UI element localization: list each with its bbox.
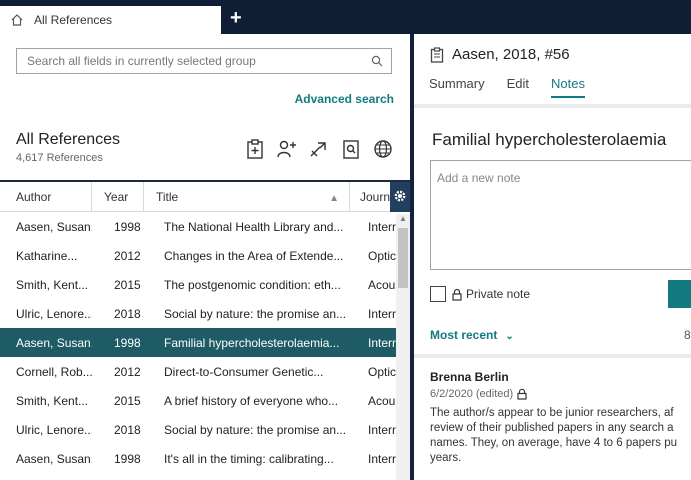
lock-icon [452,288,462,301]
column-title[interactable]: Title ▲ [144,182,350,211]
library-toolbar [244,138,394,160]
search-icon [371,55,383,67]
detail-header: Aasen, 2018, #56 [430,46,570,63]
cell-journal: Acou [368,393,396,408]
note-count: 8 [684,328,691,342]
cell-author: Aasen, Susan... [16,335,92,350]
tab-summary[interactable]: Summary [429,76,485,98]
cell-year: 1998 [114,219,141,234]
cell-journal: Interr [368,422,396,437]
new-tab-button[interactable]: + [230,8,242,28]
new-note-input[interactable]: Add a new note [430,160,691,270]
cell-title: Social by nature: the promise an... [164,306,347,321]
note-author: Brenna Berlin [430,370,509,384]
table-row[interactable]: Smith, Kent... 2015 A brief history of eve… [0,386,396,415]
table-row[interactable]: Ulric, Lenore... 2018 Social by nature: th… [0,415,396,444]
reference-title: Familial hypercholesterolaemia [432,130,667,149]
tab-notes[interactable]: Notes [551,76,585,98]
library-title: All References [16,131,121,148]
cell-title: The postgenomic condition: eth... [164,277,341,292]
cell-year: 1998 [114,451,141,466]
cell-author: Smith, Kent... [16,393,89,408]
cell-journal: Interr [368,306,396,321]
table-row[interactable]: Cornell, Rob... 2012 Direct-to-Consumer Ge… [0,357,396,386]
cell-author: Ulric, Lenore... [16,422,92,437]
cell-year: 2015 [114,277,141,292]
add-person-icon[interactable] [276,138,298,160]
table-header: Author Year Title ▲ Journ [0,180,410,212]
tab-all-references[interactable]: All References [0,6,221,34]
cell-title: Familial hypercholesterolaemia... [164,335,340,350]
cell-author: Aasen, Susan... [16,451,92,466]
tab-label: All References [34,13,113,27]
column-settings-button[interactable] [390,182,410,212]
column-author[interactable]: Author [0,182,92,211]
private-note-checkbox[interactable] [430,286,446,302]
table-row[interactable]: Ulric, Lenore... 2018 Social by nature: th… [0,299,396,328]
private-note-label: Private note [466,287,531,301]
reference-table: Aasen, Susan... 1998 The National Health L… [0,212,396,473]
cell-author: Katharine... [16,248,78,263]
cell-title: Changes in the Area of Extende... [164,248,344,263]
reference-detail-panel: Aasen, 2018, #56 Summary Edit Notes Fami… [414,34,691,480]
table-row[interactable]: Aasen, Susan... 1998 It's all in the timin… [0,444,396,473]
table-row[interactable]: Katharine... 2012 Changes in the Area of E… [0,241,396,270]
reference-count: 4,617 References [16,152,103,164]
detail-title: Aasen, 2018, #56 [452,46,570,63]
cell-title: It's all in the timing: calibrating... [164,451,334,466]
private-note-option: Private note [430,286,530,302]
cell-title: Direct-to-Consumer Genetic... [164,364,324,379]
cell-author: Cornell, Rob... [16,364,92,379]
cell-author: Smith, Kent... [16,277,89,292]
library-panel: Search all fields in currently selected … [0,34,410,480]
sort-dropdown[interactable]: Most recent ⌄ [430,328,514,342]
scrollbar-thumb[interactable] [398,228,408,288]
share-icon[interactable] [308,138,330,160]
tab-edit[interactable]: Edit [507,76,529,98]
cell-year: 2012 [114,248,141,263]
cell-year: 2018 [114,422,141,437]
search-placeholder: Search all fields in currently selected … [27,54,256,68]
cell-year: 1998 [114,335,141,350]
cell-journal: Acou [368,277,396,292]
save-note-button[interactable] [668,280,691,308]
cell-author: Aasen, Susan... [16,219,92,234]
home-icon [10,13,24,27]
globe-icon[interactable] [372,138,394,160]
search-input[interactable]: Search all fields in currently selected … [16,48,392,74]
lock-icon [517,388,527,400]
cell-year: 2012 [114,364,141,379]
note-date: 6/2/2020 (edited) [430,388,527,400]
detail-tabs: Summary Edit Notes [429,76,585,98]
scroll-up-icon[interactable]: ▲ [399,214,407,223]
cell-journal: Optic [368,364,396,379]
cell-year: 2015 [114,393,141,408]
divider [414,104,691,108]
clipboard-icon [430,46,444,63]
gear-icon [393,189,407,206]
advanced-search-link[interactable]: Advanced search [295,92,394,106]
chevron-down-icon: ⌄ [505,331,514,342]
table-row[interactable]: Aasen, Susan... 1998 The National Health L… [0,212,396,241]
cell-title: Social by nature: the promise an... [164,422,347,437]
divider [414,354,691,358]
cell-journal: Interr [368,335,396,350]
cell-year: 2018 [114,306,141,321]
cell-journal: Optic [368,248,396,263]
table-row[interactable]: Smith, Kent... 2015 The postgenomic condit… [0,270,396,299]
note-text: The author/s appear to be junior researc… [430,407,677,464]
cell-title: The National Health Library and... [164,219,344,234]
top-bar: All References + [0,0,691,34]
note-placeholder: Add a new note [437,171,521,185]
cell-author: Ulric, Lenore... [16,306,92,321]
cell-title: A brief history of everyone who... [164,393,339,408]
column-year[interactable]: Year [92,182,144,211]
clipboard-icon[interactable] [244,138,266,160]
cell-journal: Interr [368,451,396,466]
table-row[interactable]: Aasen, Susan... 1998 Familial hypercholest… [0,328,396,357]
table-scrollbar[interactable]: ▲ [396,214,410,480]
sort-up-icon: ▲ [329,193,339,204]
cell-journal: Interr [368,219,396,234]
find-pdf-icon[interactable] [340,138,362,160]
